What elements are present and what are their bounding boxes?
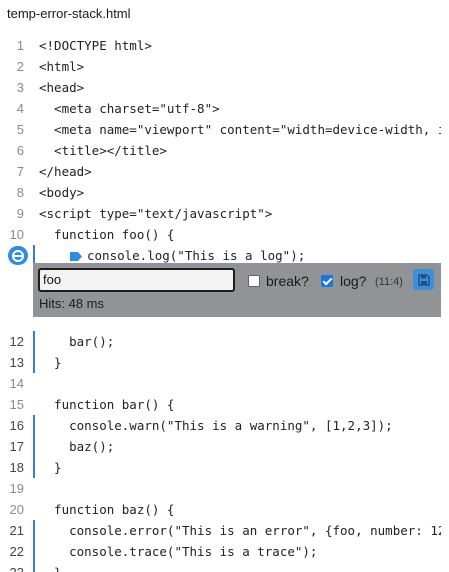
code-line[interactable]: 22 console.trace("This is a trace"); xyxy=(0,541,441,562)
breakpoint-panel: foo break? log? (11:4) Hits: 48 ms xyxy=(33,263,441,317)
code-text: } xyxy=(39,355,62,370)
line-number[interactable]: 18 xyxy=(0,457,24,478)
code-text-content: console.log("This is a log"); xyxy=(87,248,306,263)
code-line[interactable]: 10 function foo() { xyxy=(0,224,441,245)
line-number[interactable]: 16 xyxy=(0,415,24,436)
code-text: } xyxy=(39,562,441,572)
code-text: <html> xyxy=(39,59,85,74)
code-text: <body> xyxy=(39,185,85,200)
breakpoint-position: (11:4) xyxy=(375,276,403,288)
code-line[interactable]: 21 console.error("This is an error", {fo… xyxy=(0,520,441,541)
break-checkbox[interactable] xyxy=(248,275,260,287)
line-number[interactable]: 13 xyxy=(0,352,24,373)
save-icon xyxy=(417,273,430,286)
code-line[interactable]: 19 xyxy=(0,478,441,499)
code-text: <!DOCTYPE html> xyxy=(39,38,152,53)
code-text: bar(); xyxy=(39,334,115,349)
code-line[interactable]: 7 </head> xyxy=(0,161,441,182)
code-text: baz(); xyxy=(39,439,115,454)
code-text: </head> xyxy=(39,164,92,179)
log-point-icon xyxy=(70,252,82,261)
code-text: console.trace("This is a trace"); xyxy=(39,544,318,559)
code-line[interactable]: 1 <!DOCTYPE html> xyxy=(0,35,441,56)
code-line[interactable]: 13 } xyxy=(0,352,441,373)
code-line[interactable]: 16 console.warn("This is a warning", [1,… xyxy=(0,415,441,436)
executed-line-indicator xyxy=(33,436,35,457)
code-text: } xyxy=(39,460,62,475)
code-text: console.error("This is an error", {foo, … xyxy=(39,523,441,538)
break-label[interactable]: break? xyxy=(266,273,309,289)
code-line[interactable]: 3 <head> xyxy=(0,77,441,98)
line-number[interactable]: 1 xyxy=(0,35,24,56)
line-number[interactable]: 14 xyxy=(0,373,24,394)
executed-line-indicator xyxy=(33,415,35,436)
line-number[interactable]: 5 xyxy=(0,119,24,140)
code-line[interactable]: 20 function baz() { xyxy=(0,499,441,520)
hits-label: Hits: 48 ms xyxy=(39,296,105,311)
line-number[interactable]: 23 xyxy=(0,562,24,572)
line-number[interactable]: 21 xyxy=(0,520,24,541)
line-number[interactable]: 7 xyxy=(0,161,24,182)
save-button[interactable] xyxy=(413,269,434,290)
code-line[interactable]: 18 } xyxy=(0,457,441,478)
code-line[interactable]: 8 <body> xyxy=(0,182,441,203)
code-line[interactable]: 17 baz(); xyxy=(0,436,441,457)
executed-line-indicator xyxy=(33,562,35,572)
executed-line-indicator xyxy=(33,331,35,352)
code-text: <meta charset="utf-8"> xyxy=(39,101,220,116)
line-number[interactable]: 4 xyxy=(0,98,24,119)
code-line[interactable]: 9 <script type="text/javascript"> xyxy=(0,203,441,224)
code-line[interactable]: 2 <html> xyxy=(0,56,441,77)
code-line[interactable]: 14 xyxy=(0,373,441,394)
line-number[interactable]: 20 xyxy=(0,499,24,520)
code-line[interactable]: 5 <meta name="viewport" content="width=d… xyxy=(0,119,441,140)
code-text: <script type="text/javascript"> xyxy=(39,206,273,221)
code-text: function bar() { xyxy=(39,397,175,412)
code-line[interactable]: 6 <title></title> xyxy=(0,140,441,161)
executed-line-indicator xyxy=(33,352,35,373)
code-text: function foo() { xyxy=(39,227,175,242)
code-text: <head> xyxy=(39,80,85,95)
code-text: <title></title> xyxy=(39,143,167,158)
breakpoint-marker-icon[interactable] xyxy=(8,246,28,265)
log-label[interactable]: log? xyxy=(340,273,366,289)
code-text: function baz() { xyxy=(39,502,175,517)
code-line[interactable]: 12 bar(); xyxy=(0,331,441,352)
line-number[interactable]: 6 xyxy=(0,140,24,161)
code-line[interactable]: 15 function bar() { xyxy=(0,394,441,415)
line-number[interactable]: 15 xyxy=(0,394,24,415)
code-text: console.warn("This is a warning", [1,2,3… xyxy=(39,418,393,433)
line-number[interactable]: 12 xyxy=(0,331,24,352)
line-number[interactable]: 8 xyxy=(0,182,24,203)
line-number[interactable]: 9 xyxy=(0,203,24,224)
code-text: <meta name="viewport" content="width=dev… xyxy=(39,122,441,137)
code-line[interactable]: 23 } xyxy=(0,562,441,572)
log-checkbox[interactable] xyxy=(321,275,333,287)
executed-line-indicator xyxy=(33,541,35,562)
file-title: temp-error-stack.html xyxy=(7,6,131,21)
executed-line-indicator xyxy=(33,520,35,541)
line-number[interactable]: 19 xyxy=(0,478,24,499)
line-number[interactable]: 10 xyxy=(0,224,24,245)
line-number[interactable]: 22 xyxy=(0,541,24,562)
line-number[interactable]: 17 xyxy=(0,436,24,457)
code-line[interactable]: 4 <meta charset="utf-8"> xyxy=(0,98,441,119)
code-editor[interactable]: 1 <!DOCTYPE html> 2 <html> 3 <head> 4 <meta ch… xyxy=(0,35,449,572)
executed-line-indicator xyxy=(33,457,35,478)
condition-input[interactable]: foo xyxy=(38,268,235,292)
line-number[interactable]: 3 xyxy=(0,77,24,98)
line-number[interactable]: 2 xyxy=(0,56,24,77)
